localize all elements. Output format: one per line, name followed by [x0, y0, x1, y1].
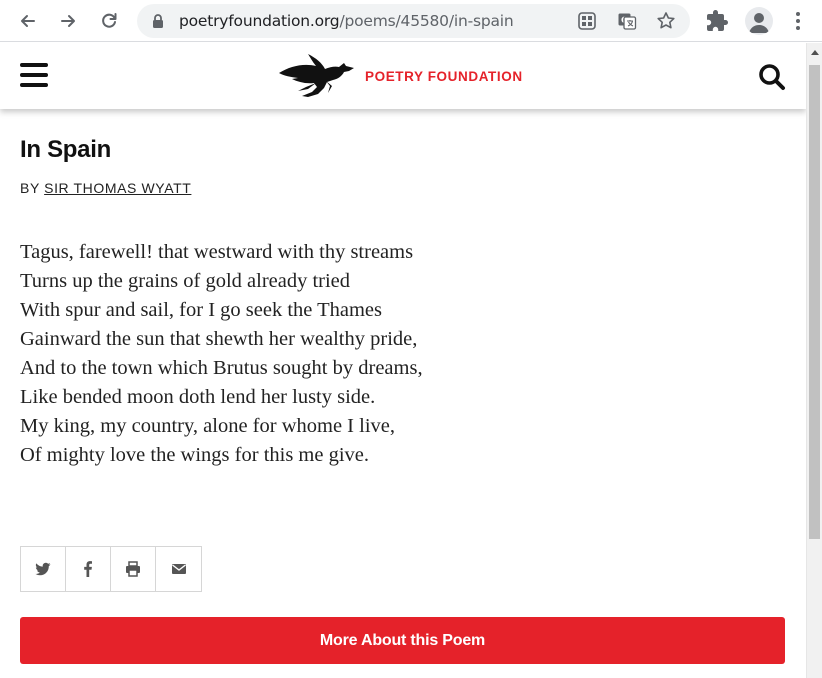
url-host: poetryfoundation.org	[179, 12, 340, 30]
brand-name[interactable]: POETRY FOUNDATION	[365, 69, 523, 84]
pegasus-logo-icon[interactable]	[278, 53, 356, 99]
poem-title: In Spain	[20, 136, 111, 163]
reload-icon	[102, 13, 117, 28]
browser-toolbar: poetryfoundation.org/poems/45580/in-spai…	[0, 0, 822, 42]
poem-line: Of mighty love the wings for this me giv…	[20, 444, 370, 466]
url-text[interactable]: poetryfoundation.org/poems/45580/in-spai…	[179, 12, 514, 30]
scroll-up-arrow-icon[interactable]	[811, 50, 819, 55]
author-link[interactable]: SIR THOMAS WYATT	[44, 180, 191, 196]
byline: BY SIR THOMAS WYATT	[20, 180, 191, 196]
menu-hamburger-icon[interactable]	[20, 63, 48, 87]
poem-line: Gainward the sun that shewth her wealthy…	[20, 328, 418, 350]
poem-line: Like bended moon doth lend her lusty sid…	[20, 386, 376, 408]
by-label: BY	[20, 180, 40, 196]
lock-icon[interactable]	[150, 13, 166, 29]
print-button[interactable]	[111, 547, 156, 591]
more-about-poem-button[interactable]: More About this Poem	[20, 617, 785, 664]
facebook-icon	[84, 561, 92, 577]
poem-line: My king, my country, alone for whome I l…	[20, 415, 395, 437]
print-icon	[126, 561, 140, 577]
extensions-puzzle-icon[interactable]	[705, 9, 729, 33]
site-header: POETRY FOUNDATION	[0, 43, 806, 109]
bookmark-star-icon[interactable]	[656, 11, 676, 31]
page-viewport: POETRY FOUNDATION In Spain BY SIR THOMAS…	[0, 43, 806, 678]
scroll-thumb[interactable]	[809, 65, 820, 539]
poem-line: Turns up the grains of gold already trie…	[20, 270, 351, 292]
poem-body: Tagus, farewell! that westward with thy …	[20, 238, 423, 470]
poem-line: And to the town which Brutus sought by d…	[20, 357, 423, 379]
twitter-icon	[35, 562, 51, 576]
poem-line: With spur and sail, for I go seek the Th…	[20, 299, 383, 321]
address-bar[interactable]: poetryfoundation.org/poems/45580/in-spai…	[137, 4, 690, 38]
search-icon[interactable]	[757, 62, 787, 92]
share-twitter-button[interactable]	[21, 547, 66, 591]
forward-arrow-icon	[61, 15, 75, 27]
profile-avatar[interactable]	[745, 7, 773, 35]
apps-grid-icon[interactable]	[577, 11, 597, 31]
share-email-button[interactable]	[156, 547, 201, 591]
poem-line: Tagus, farewell! that westward with thy …	[20, 241, 414, 263]
share-toolbar	[20, 546, 202, 592]
url-path: /poems/45580/in-spain	[339, 12, 514, 30]
person-icon	[749, 13, 769, 33]
translate-icon[interactable]: G	[617, 11, 637, 31]
share-facebook-button[interactable]	[66, 547, 111, 591]
forward-button[interactable]	[53, 6, 83, 36]
back-arrow-icon	[21, 15, 35, 27]
browser-menu-icon[interactable]	[790, 10, 806, 32]
page-scrollbar[interactable]	[806, 43, 822, 678]
back-button[interactable]	[13, 6, 43, 36]
reload-button[interactable]	[94, 6, 124, 36]
email-icon	[171, 564, 186, 574]
